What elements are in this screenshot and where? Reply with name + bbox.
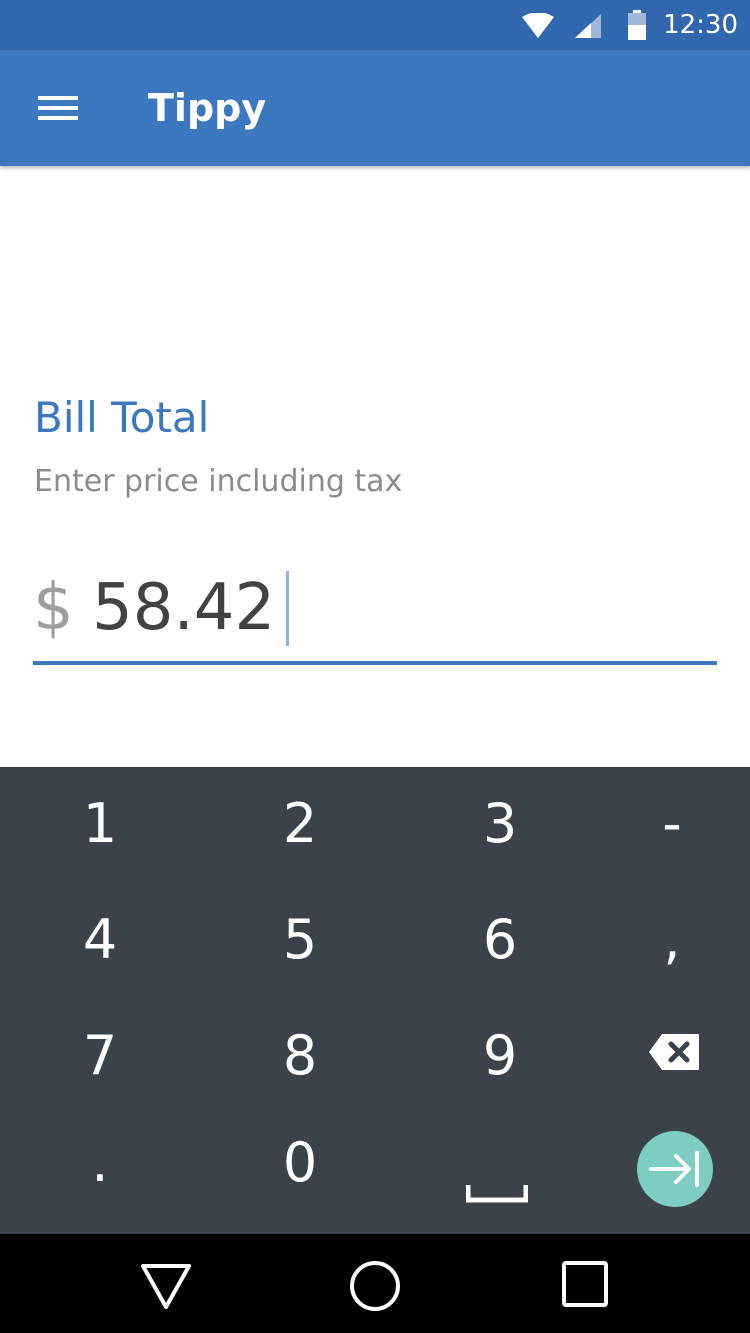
- key-minus[interactable]: -: [612, 794, 732, 854]
- signal-icon: [574, 13, 602, 39]
- backspace-icon[interactable]: [648, 1033, 700, 1071]
- numeric-keyboard: 1 2 3 - 4 5 6 , 7 8 9 . 0: [0, 767, 750, 1234]
- app-bar: Tippy: [0, 50, 750, 166]
- status-time: 12:30: [663, 10, 738, 40]
- recents-icon[interactable]: [557, 1258, 613, 1314]
- key-8[interactable]: 8: [240, 1026, 360, 1086]
- key-period[interactable]: .: [40, 1133, 160, 1193]
- key-1[interactable]: 1: [40, 794, 160, 854]
- system-nav-bar: [0, 1234, 750, 1333]
- key-0[interactable]: 0: [240, 1133, 360, 1193]
- next-button[interactable]: [637, 1131, 713, 1207]
- battery-icon: [627, 10, 647, 40]
- app-title: Tippy: [148, 86, 267, 130]
- status-bar: 12:30: [0, 0, 750, 50]
- key-4[interactable]: 4: [40, 910, 160, 970]
- space-icon[interactable]: [465, 1183, 529, 1203]
- key-9[interactable]: 9: [440, 1026, 560, 1086]
- bill-total-label: Bill Total: [34, 393, 210, 442]
- home-icon[interactable]: [347, 1258, 403, 1314]
- wifi-icon: [521, 12, 555, 39]
- key-2[interactable]: 2: [240, 794, 360, 854]
- bill-total-helper: Enter price including tax: [34, 464, 403, 499]
- key-comma[interactable]: ,: [612, 910, 732, 970]
- bill-amount-input[interactable]: 58.42: [92, 568, 275, 648]
- text-cursor: [286, 571, 289, 646]
- menu-icon[interactable]: [24, 78, 92, 138]
- key-3[interactable]: 3: [440, 794, 560, 854]
- next-icon: [649, 1151, 699, 1187]
- key-5[interactable]: 5: [240, 910, 360, 970]
- back-icon[interactable]: [138, 1258, 194, 1314]
- currency-symbol: $: [33, 571, 74, 645]
- input-underline: [33, 661, 717, 665]
- key-7[interactable]: 7: [40, 1026, 160, 1086]
- key-6[interactable]: 6: [440, 910, 560, 970]
